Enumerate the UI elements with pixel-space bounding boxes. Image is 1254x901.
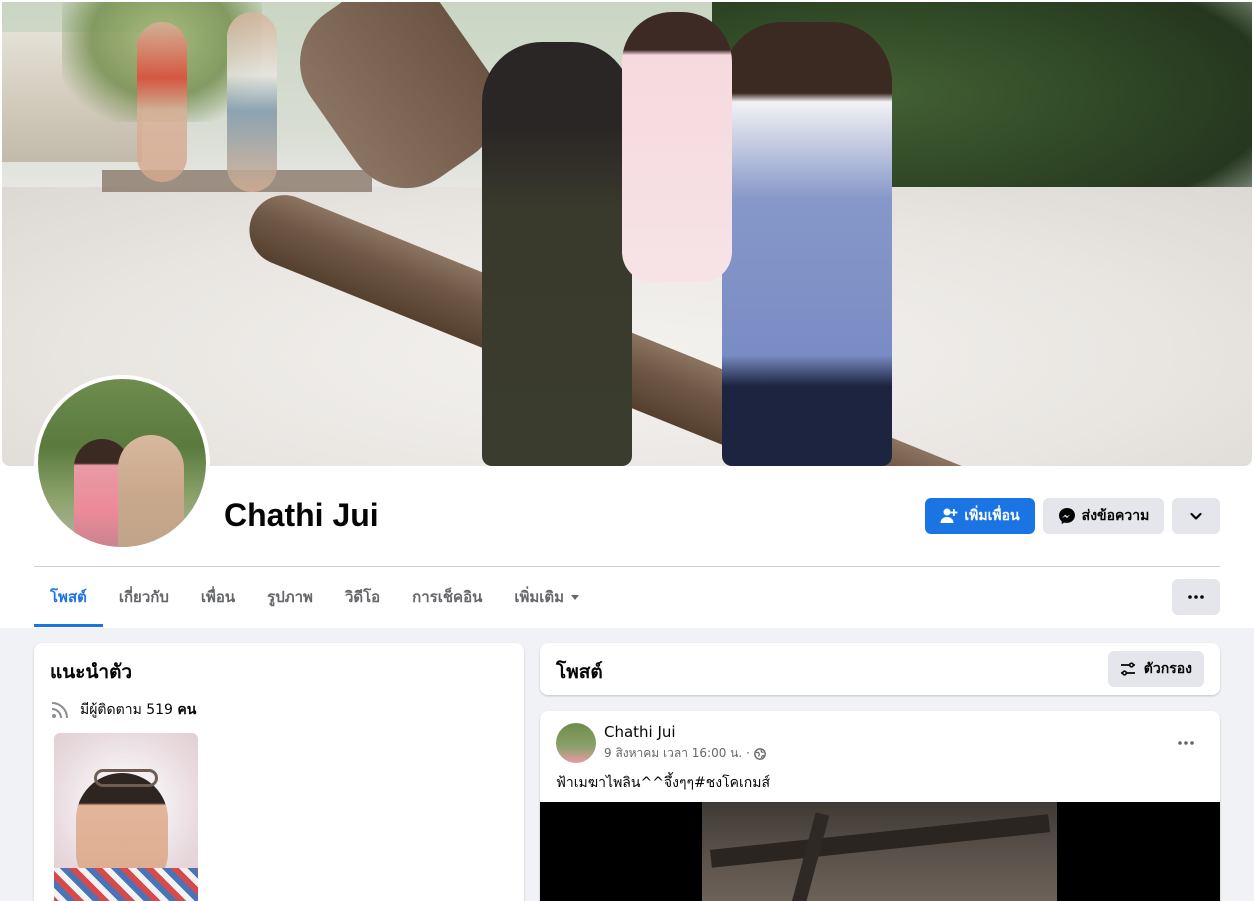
profile-picture-image bbox=[38, 379, 206, 547]
post-image[interactable] bbox=[540, 802, 1220, 901]
post-text: ฟ้าเมฆาไพลิน^^จึ้งๆๆ#ชงโคเกมส์ bbox=[556, 775, 770, 791]
tab-label: วิดีโอ bbox=[344, 588, 381, 606]
tab-checkins[interactable]: การเช็คอิน bbox=[396, 567, 498, 627]
followers-unit: คน bbox=[177, 702, 197, 718]
tab-label: เกี่ยวกับ bbox=[118, 588, 169, 606]
tab-more[interactable]: เพิ่มเติม bbox=[498, 567, 596, 627]
featured-photo-sunglasses bbox=[94, 769, 158, 787]
messenger-icon bbox=[1058, 507, 1076, 525]
profile-picture[interactable] bbox=[34, 375, 210, 551]
tab-label: เพิ่มเติม bbox=[514, 588, 565, 606]
tab-photos[interactable]: รูปภาพ bbox=[251, 567, 329, 627]
add-friend-label: เพิ่มเพื่อน bbox=[964, 508, 1020, 524]
followers-text: มีผู้ติดตาม 519 คน bbox=[80, 699, 196, 721]
ellipsis-icon bbox=[1178, 741, 1194, 745]
profile-tabs: โพสต์ เกี่ยวกับ เพื่อน รูปภาพ วิดีโอ การ… bbox=[34, 567, 596, 627]
tab-label: การเช็คอิน bbox=[412, 588, 483, 606]
cover-person-man bbox=[722, 22, 892, 466]
tab-friends[interactable]: เพื่อน bbox=[185, 567, 251, 627]
globe-icon bbox=[753, 747, 766, 760]
rss-icon bbox=[50, 700, 70, 720]
post: Chathi Jui 9 สิงหาคม เวลา 16:00 น. · ฟ้า… bbox=[540, 711, 1220, 901]
cover-bg-person-1 bbox=[137, 22, 187, 182]
followers-count: มีผู้ติดตาม 519 bbox=[80, 702, 173, 718]
cover-bg-person-2 bbox=[227, 12, 277, 192]
post-author-avatar[interactable] bbox=[556, 723, 596, 763]
posts-title: โพสต์ bbox=[556, 661, 603, 683]
profile-picture-woman bbox=[118, 435, 184, 547]
cover-person-baby bbox=[622, 12, 732, 282]
tab-label: เพื่อน bbox=[200, 588, 236, 606]
add-friend-button[interactable]: เพิ่มเพื่อน bbox=[925, 498, 1035, 534]
post-timestamp[interactable]: 9 สิงหาคม เวลา 16:00 น. · bbox=[604, 744, 750, 763]
message-label: ส่งข้อความ bbox=[1081, 508, 1150, 524]
profile-header: Chathi Jui เพิ่มเพื่อน ส่งข้อความ โพสต์ … bbox=[0, 0, 1254, 628]
post-meta: 9 สิงหาคม เวลา 16:00 น. · bbox=[604, 744, 766, 763]
chevron-down-icon bbox=[1189, 509, 1203, 523]
intro-title: แนะนำตัว bbox=[50, 661, 133, 683]
message-button[interactable]: ส่งข้อความ bbox=[1043, 498, 1164, 534]
tab-posts[interactable]: โพสต์ bbox=[34, 567, 103, 627]
post-author-name[interactable]: Chathi Jui bbox=[604, 723, 676, 741]
featured-photo[interactable] bbox=[54, 733, 198, 901]
profile-more-button[interactable] bbox=[1172, 498, 1220, 534]
profile-name: Chathi Jui bbox=[224, 497, 379, 533]
person-plus-icon bbox=[940, 507, 958, 525]
posts-header-card: โพสต์ ตัวกรอง bbox=[540, 643, 1220, 695]
tab-label: รูปภาพ bbox=[267, 588, 313, 606]
post-options-button[interactable] bbox=[1168, 731, 1204, 755]
tab-about[interactable]: เกี่ยวกับ bbox=[103, 567, 185, 627]
filter-button[interactable]: ตัวกรอง bbox=[1107, 651, 1204, 687]
cover-photo[interactable] bbox=[2, 2, 1252, 466]
featured-photo-shirt bbox=[54, 868, 198, 901]
sliders-icon bbox=[1120, 661, 1136, 677]
followers-info: มีผู้ติดตาม 519 คน bbox=[50, 699, 196, 721]
ellipsis-icon bbox=[1188, 595, 1204, 599]
caret-down-icon bbox=[570, 592, 580, 602]
tabs-overflow-button[interactable] bbox=[1172, 579, 1220, 615]
intro-card: แนะนำตัว มีผู้ติดตาม 519 คน bbox=[34, 643, 524, 901]
tab-videos[interactable]: วิดีโอ bbox=[329, 567, 396, 627]
cover-person-woman bbox=[482, 42, 632, 466]
filter-label: ตัวกรอง bbox=[1143, 661, 1192, 677]
tab-label: โพสต์ bbox=[50, 588, 87, 606]
